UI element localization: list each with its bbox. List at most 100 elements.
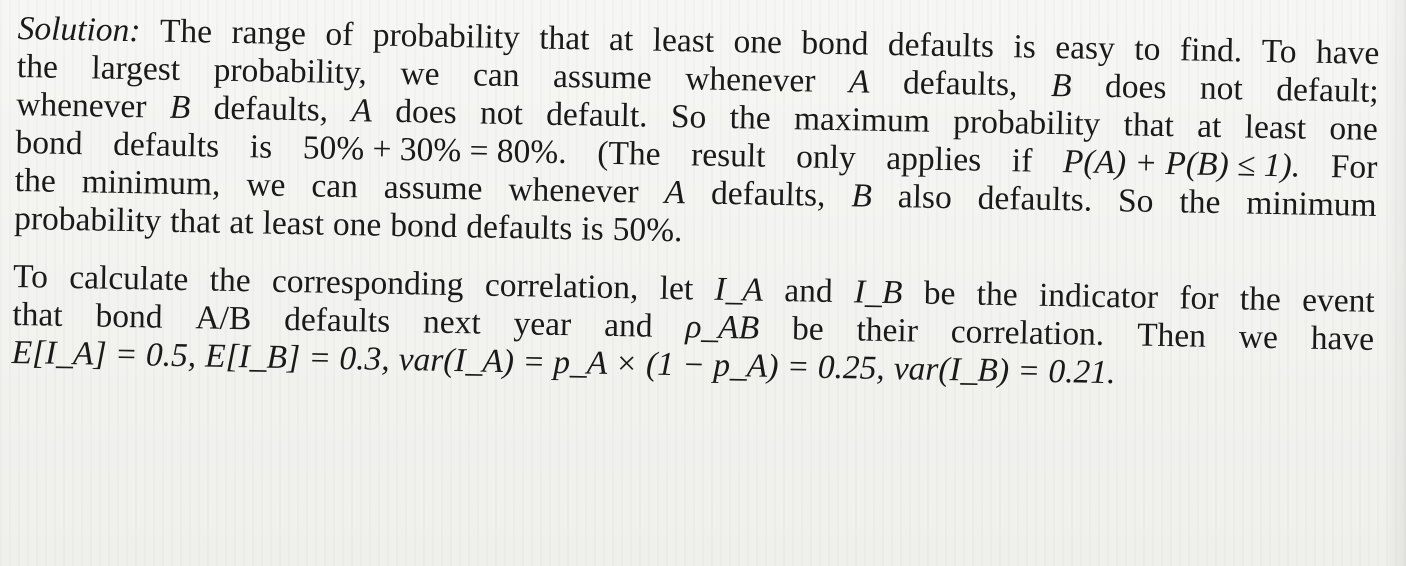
text-word: defaults [887, 25, 995, 65]
text-word: that [169, 202, 221, 241]
text-word: A [848, 63, 870, 101]
text-word: correlation, [484, 266, 639, 307]
text-word: defaults [283, 300, 391, 340]
text-word: probability [13, 199, 162, 240]
text-word: let [659, 269, 694, 308]
text-word: bond [15, 123, 83, 163]
text-word: minimum, [81, 163, 221, 203]
text-word: of [325, 15, 354, 54]
text-word: does [394, 92, 458, 132]
text-word: that [12, 295, 63, 334]
text-word: not [479, 94, 524, 133]
text-word: So [670, 97, 707, 136]
text-word: defaults, [902, 64, 1018, 104]
text-word: indicator [1038, 276, 1159, 316]
text-word: at [608, 20, 634, 59]
text-word: default; [1276, 71, 1379, 110]
text-word: bond [801, 24, 869, 63]
text-word: A [351, 92, 373, 130]
text-word: whenever [508, 171, 639, 211]
text-word: year [513, 305, 572, 344]
text-word: the [729, 99, 771, 137]
text-word: does [1104, 67, 1167, 107]
text-word: Then [1136, 316, 1207, 355]
text-word: the [209, 261, 251, 300]
text-word: applies [886, 139, 982, 179]
text-word: next [422, 303, 482, 342]
text-word: E[I_B] = 0.3, [204, 337, 391, 378]
text-word: the [1179, 183, 1221, 222]
page-edge-shadow [1384, 0, 1406, 566]
text-word: E[I_A] = 0.5, [11, 333, 197, 375]
text-word: to [1134, 30, 1161, 68]
text-word: at [1196, 107, 1222, 146]
text-word: least [652, 21, 715, 60]
text-word: defaults [465, 208, 573, 248]
text-word: be [791, 310, 824, 348]
text-word: probability, [213, 51, 368, 92]
text-word: assume [383, 168, 483, 208]
text-word: B [1050, 66, 1072, 105]
text-word: probability [952, 103, 1101, 143]
text-word: the [1239, 280, 1282, 319]
text-word: also [897, 178, 953, 217]
text-word: least [262, 204, 325, 243]
text-word: is [580, 210, 605, 248]
text-word: their [856, 311, 919, 350]
text-word: For [1330, 148, 1378, 186]
text-word: To [12, 257, 49, 296]
text-word: can [472, 56, 520, 95]
text-word: whenever [684, 60, 816, 100]
text-word: I_A [714, 270, 764, 309]
text-word: 50%. [612, 210, 683, 250]
text-word: B [169, 88, 191, 127]
text-word: the [16, 47, 59, 86]
text-word: one [332, 205, 382, 244]
text-word: To [1261, 32, 1297, 71]
text-word: bond [95, 297, 163, 336]
text-word: have [1310, 319, 1375, 358]
text-word: var(I_B) = 0.21. [893, 350, 1116, 392]
text-word: probability [372, 16, 521, 57]
text-word: I_B [853, 273, 903, 312]
text-word: the [14, 161, 57, 200]
text-word: for [1179, 279, 1219, 318]
text-word: if [1011, 142, 1033, 180]
solution-text: Solution: The range of probability that at leas… [11, 10, 1379, 397]
text-word: The [159, 12, 213, 51]
text-word: A [664, 173, 686, 212]
text-word: (The [596, 134, 661, 173]
text-word: we [1238, 318, 1279, 357]
text-word: defaults. [977, 179, 1093, 219]
text-word: at [229, 203, 254, 242]
text-word: P(A) + P(B) ≤ 1). [1062, 143, 1301, 185]
text-word: we [400, 55, 440, 93]
text-word: we [246, 166, 286, 204]
text-word: one [1329, 110, 1379, 148]
text-word: event [1301, 281, 1376, 320]
text-word: largest [91, 49, 181, 88]
text-word: least [1244, 108, 1307, 147]
text-word: corresponding [271, 262, 464, 304]
text-word: is [249, 128, 273, 166]
text-word: and [603, 306, 653, 345]
text-word: maximum [793, 100, 931, 140]
text-word: not [1199, 69, 1244, 108]
text-word: that [1123, 106, 1175, 145]
paragraph-2: To calculate the corresponding correlation, l… [11, 258, 1375, 397]
text-word: easy [1054, 29, 1116, 68]
text-word: var(I_A) = p_A × (1 − p_A) = 0.25, [398, 341, 886, 387]
text-word: So [1117, 182, 1154, 220]
text-word: that [538, 19, 590, 58]
text-word: default. [545, 95, 648, 135]
text-word: one [733, 23, 783, 62]
text-word: defaults, [213, 89, 329, 129]
paragraph-1: Solution: The range of probability that at leas… [14, 10, 1380, 263]
text-word: whenever [15, 85, 147, 126]
text-word: 50% + 30% = 80%. [302, 129, 567, 172]
text-word: be [923, 274, 956, 313]
text-word: and [783, 272, 834, 310]
text-word: calculate [69, 258, 189, 299]
text-word: ρ_AB [685, 308, 760, 347]
text-word: result [690, 136, 766, 175]
